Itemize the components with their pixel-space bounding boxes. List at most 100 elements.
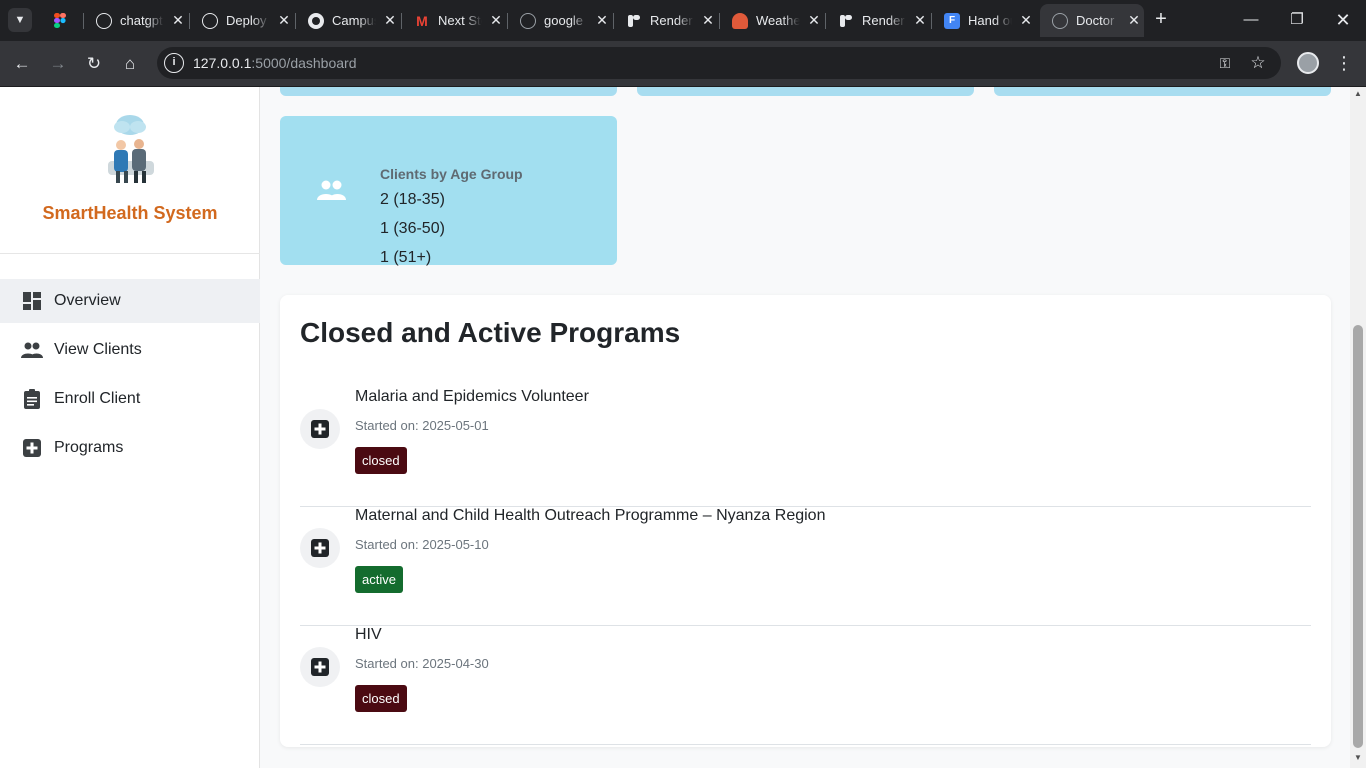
tab-deploy[interactable]: Deploy ✕	[190, 4, 294, 37]
close-icon[interactable]: ✕	[594, 12, 610, 29]
close-icon[interactable]: ✕	[912, 12, 928, 29]
globe-icon	[520, 12, 536, 29]
sidebar-item-view-clients[interactable]: View Clients	[0, 328, 260, 372]
render-icon	[838, 13, 854, 29]
openai-icon	[96, 12, 112, 29]
program-item: Maternal and Child Health Outreach Progr…	[300, 507, 1311, 626]
forms-icon: F	[944, 12, 960, 29]
tab-title: Render	[862, 13, 905, 28]
program-name: Malaria and Epidemics Volunteer	[355, 388, 589, 405]
reload-icon[interactable]: ↻	[80, 50, 108, 78]
browser-menu-icon[interactable]: ⋮	[1334, 50, 1354, 76]
url-text[interactable]: 127.0.0.1:5000/dashboard	[193, 55, 356, 71]
sidebar-item-programs[interactable]: Programs	[0, 426, 260, 470]
tab-title: Deploy	[226, 13, 267, 28]
status-badge: active	[355, 566, 403, 593]
status-badge: closed	[355, 685, 407, 712]
url-host: 127.0.0.1	[193, 55, 252, 71]
window-close-icon[interactable]: ✕	[1328, 6, 1358, 34]
figma-icon	[52, 12, 68, 29]
tab-campus[interactable]: Campus ✕	[296, 4, 400, 37]
stat-card	[994, 87, 1331, 96]
close-icon[interactable]: ✕	[382, 12, 398, 29]
tab-title: chatgpt	[120, 13, 163, 28]
key-icon[interactable]: ⚿	[1215, 53, 1235, 73]
openai-icon	[202, 12, 218, 29]
tab-title: Campus	[332, 13, 376, 28]
sidebar: SmartHealth System Overview View Clients…	[0, 87, 260, 768]
programs-heading: Closed and Active Programs	[300, 317, 681, 348]
tab-hand-out[interactable]: F Hand out ✕	[932, 4, 1036, 37]
close-icon[interactable]: ✕	[806, 12, 822, 29]
program-name: Maternal and Child Health Outreach Progr…	[355, 507, 826, 524]
tab-title: Doctor	[1076, 13, 1115, 28]
render-icon	[626, 13, 642, 29]
logo-image	[100, 113, 160, 185]
people-icon	[21, 339, 43, 361]
close-icon[interactable]: ✕	[1126, 12, 1142, 29]
scroll-down-arrow-icon[interactable]: ▼	[1350, 753, 1366, 765]
tab-title: Next Steps	[438, 13, 482, 28]
close-icon[interactable]: ✕	[276, 12, 292, 29]
weather-icon	[732, 12, 748, 29]
tab-chatgpt[interactable]: chatgpt ✕	[84, 4, 188, 37]
plus-square-icon	[300, 647, 340, 687]
close-icon[interactable]: ✕	[488, 12, 504, 29]
tab-search-chevron-icon[interactable]: ▼	[8, 8, 32, 32]
sidebar-item-label: Programs	[54, 439, 124, 456]
site-info-icon[interactable]: i	[164, 53, 184, 73]
program-item: HIV Started on: 2025-04-30 closed	[300, 626, 1311, 745]
address-bar[interactable]: i 127.0.0.1:5000/dashboard ⚿ ☆	[157, 47, 1281, 79]
page-viewport: SmartHealth System Overview View Clients…	[0, 87, 1350, 768]
globe-icon	[1052, 12, 1068, 29]
close-icon[interactable]: ✕	[1018, 12, 1034, 29]
plus-square-icon	[300, 528, 340, 568]
age-group-value: 1 (51+)	[380, 249, 432, 266]
scroll-thumb[interactable]	[1353, 325, 1363, 748]
age-group-title: Clients by Age Group	[380, 166, 523, 182]
tab-title: Hand out	[968, 13, 1012, 28]
tab-weather[interactable]: Weather ✕	[720, 4, 824, 37]
sidebar-item-label: Enroll Client	[54, 390, 141, 407]
tab-next-steps[interactable]: M Next Steps ✕	[402, 4, 506, 37]
tab-google[interactable]: google ✕	[508, 4, 612, 37]
age-group-value: 1 (36-50)	[380, 220, 445, 237]
tab-doctor[interactable]: Doctor ✕	[1040, 4, 1144, 37]
profile-avatar[interactable]	[1297, 52, 1319, 74]
browser-tab-strip: ▼ chatgpt ✕ Deploy ✕ Campus ✕ M Next Ste…	[0, 0, 1366, 41]
forward-arrow-icon[interactable]: →	[44, 50, 72, 78]
age-group-value: 2 (18-35)	[380, 191, 445, 208]
new-tab-plus-icon[interactable]: +	[1151, 9, 1171, 31]
tab-render[interactable]: Render ✕	[614, 4, 718, 37]
program-start-date: Started on: 2025-05-01	[355, 418, 489, 433]
url-path: :5000/dashboard	[251, 55, 357, 71]
close-icon[interactable]: ✕	[170, 12, 186, 29]
brand-name: SmartHealth System	[42, 203, 218, 223]
bookmark-star-icon[interactable]: ☆	[1248, 53, 1268, 73]
tab-figma[interactable]	[40, 4, 80, 37]
home-icon[interactable]: ⌂	[116, 50, 144, 78]
sidebar-item-enroll-client[interactable]: Enroll Client	[0, 377, 260, 421]
age-group-card: Clients by Age Group 2 (18-35) 1 (36-50)…	[280, 116, 617, 266]
sidebar-item-overview[interactable]: Overview	[0, 279, 260, 323]
page-scrollbar[interactable]: ▲ ▼	[1350, 87, 1366, 768]
clipboard-icon	[21, 388, 43, 410]
restore-icon[interactable]: ❐	[1282, 6, 1312, 34]
program-name: HIV	[355, 626, 382, 643]
scroll-up-arrow-icon[interactable]: ▲	[1350, 89, 1366, 101]
status-badge: closed	[355, 447, 407, 474]
sidebar-divider	[0, 253, 260, 254]
gmail-icon: M	[416, 12, 428, 29]
plus-square-icon	[300, 409, 340, 449]
back-arrow-icon[interactable]: ←	[8, 50, 36, 78]
dashboard-icon	[21, 290, 43, 312]
stat-card	[637, 87, 974, 96]
sidebar-item-label: Overview	[54, 292, 121, 309]
programs-card: Closed and Active Programs Malaria and E…	[280, 295, 1331, 747]
people-icon	[316, 179, 346, 201]
close-icon[interactable]: ✕	[700, 12, 716, 29]
tab-title: Weather	[756, 13, 800, 28]
minimize-icon[interactable]: —	[1236, 6, 1266, 34]
tab-render-2[interactable]: Render ✕	[826, 4, 930, 37]
github-icon	[308, 12, 324, 29]
